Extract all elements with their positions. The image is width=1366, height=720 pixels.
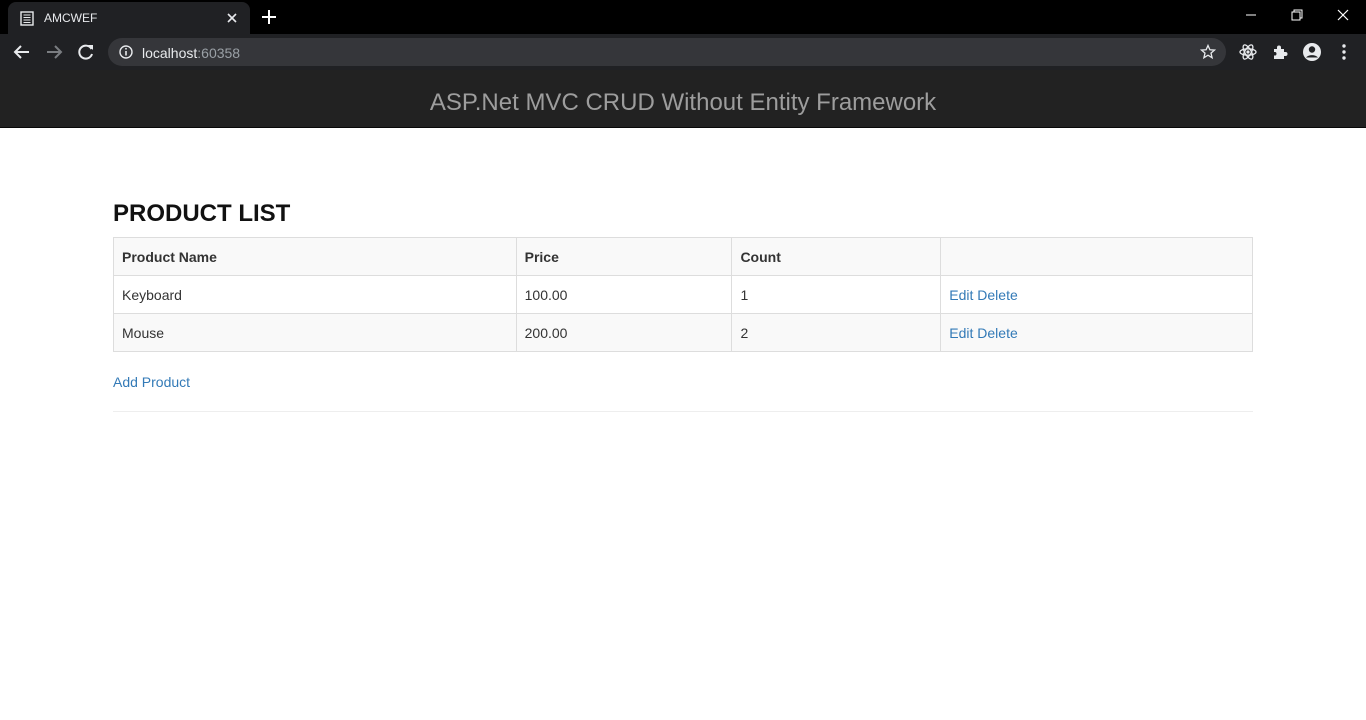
bookmark-star-icon[interactable] [1200,44,1216,60]
browser-tab-strip: AMCWEF [0,0,1366,34]
menu-kebab-icon[interactable] [1334,42,1354,62]
extensions-puzzle-icon[interactable] [1270,42,1290,62]
delete-link[interactable]: Delete [977,287,1017,303]
browser-tab[interactable]: AMCWEF [8,2,250,34]
product-count-cell: 2 [731,313,942,352]
browser-toolbar: localhost:60358 [0,34,1366,70]
column-header-price: Price [515,237,733,276]
delete-link[interactable]: Delete [977,325,1017,341]
reload-icon[interactable] [76,42,96,62]
react-devtools-icon[interactable] [1238,42,1258,62]
actions-cell: Edit Delete [940,313,1253,352]
main-content: PRODUCT LIST Product Name Price Count Ke… [113,198,1253,412]
profile-avatar-icon[interactable] [1302,42,1322,62]
product-name-cell: Keyboard [113,275,517,314]
table-header-row: Product Name Price Count [113,237,1253,276]
new-tab-icon[interactable] [260,8,278,26]
edit-link[interactable]: Edit [949,287,973,303]
info-icon[interactable] [119,45,133,59]
url-text: localhost:60358 [142,45,240,61]
site-navbar: ASP.Net MVC CRUD Without Entity Framewor… [0,70,1366,128]
column-header-actions [940,237,1253,276]
column-header-count: Count [731,237,942,276]
url-port: :60358 [197,45,241,61]
table-row: Keyboard 100.00 1 Edit Delete [113,275,1253,314]
restore-icon[interactable] [1274,4,1320,28]
close-tab-icon[interactable] [224,10,240,26]
forward-icon[interactable] [44,42,64,62]
product-price-cell: 100.00 [515,275,733,314]
add-product-link[interactable]: Add Product [113,374,1253,390]
product-table: Product Name Price Count Keyboard 100.00… [113,237,1253,352]
close-window-icon[interactable] [1320,4,1366,28]
site-brand[interactable]: ASP.Net MVC CRUD Without Entity Framewor… [0,89,1366,117]
back-icon[interactable] [12,42,32,62]
actions-cell: Edit Delete [940,275,1253,314]
minimize-icon[interactable] [1228,4,1274,28]
footer-divider [113,411,1253,412]
edit-link[interactable]: Edit [949,325,973,341]
product-name-cell: Mouse [113,313,517,352]
product-count-cell: 1 [731,275,942,314]
url-host: localhost [142,45,198,61]
tab-title: AMCWEF [44,11,98,25]
product-price-cell: 200.00 [515,313,733,352]
address-bar[interactable]: localhost:60358 [108,38,1226,66]
column-header-product-name: Product Name [113,237,517,276]
table-row: Mouse 200.00 2 Edit Delete [113,313,1253,352]
page-icon [20,11,34,26]
page-title: PRODUCT LIST [113,200,291,227]
